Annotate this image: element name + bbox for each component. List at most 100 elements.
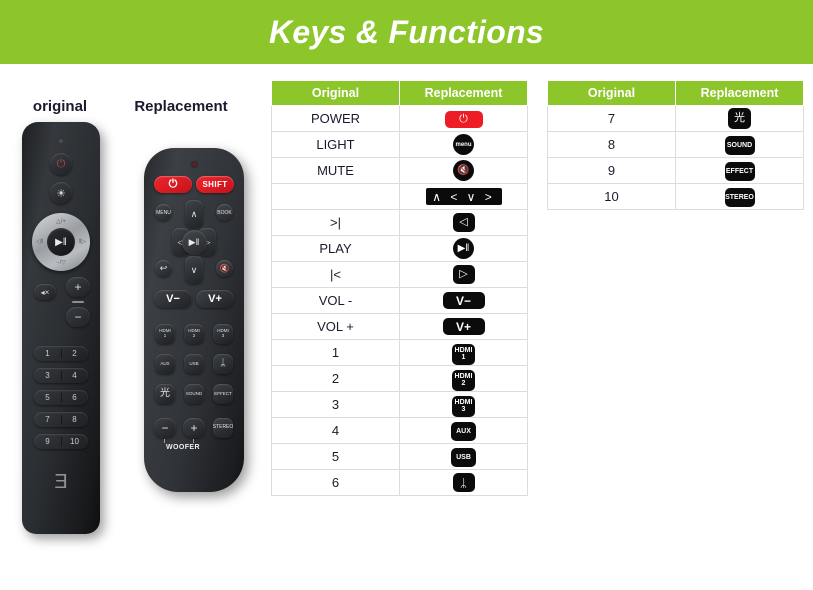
replacement-play-pause-button: ▶‖: [181, 229, 207, 255]
original-key-cell: PLAY: [271, 235, 400, 262]
navigation-arrows-icon: ∧ < ∨ >: [425, 188, 502, 205]
table-row: 2 HDMI 2: [271, 365, 528, 392]
replacement-hdmi-1-button: HDMI 1: [155, 324, 175, 344]
original-key-cell: 8: [547, 131, 676, 158]
replacement-key-cell: SOUND: [675, 131, 804, 158]
hdmi-number: 1: [163, 333, 167, 338]
original-key-3: 3: [45, 371, 50, 380]
hdmi-number: 2: [192, 333, 196, 338]
menu-icon: menu: [453, 134, 474, 156]
column-header-original: Original: [547, 80, 676, 106]
hdmi-number: 1: [461, 354, 466, 362]
replacement-key-cell: V+: [399, 313, 528, 340]
table-row: 3 HDMI 3: [271, 391, 528, 418]
table-row: |< ▷: [271, 261, 528, 288]
ir-led-icon: [59, 139, 63, 143]
replacement-key-cell: STEREO: [675, 183, 804, 210]
table-row: ∧ < ∨ >: [271, 183, 528, 210]
replacement-key-cell: menu: [399, 131, 528, 158]
rewind-icon: ◁: [452, 213, 475, 232]
replacement-key-cell: ◁: [399, 209, 528, 236]
original-key-9: 9: [45, 437, 50, 446]
original-remote-label: original: [32, 98, 88, 115]
bluetooth-icon: ᛦ: [452, 473, 475, 492]
hdmi-label: HDMI: [454, 347, 473, 355]
original-key-cell: 1: [271, 339, 400, 366]
original-key-cell: VOL -: [271, 287, 400, 314]
original-key-cell: 4: [271, 417, 400, 444]
woofer-tick: [164, 439, 165, 443]
volume-up-icon: V+: [442, 318, 485, 335]
original-key-cell: 2: [271, 365, 400, 392]
fast-forward-icon: ▷: [452, 265, 475, 284]
original-key-cell: |<: [271, 261, 400, 288]
original-key-5: 5: [45, 393, 50, 402]
original-number-row: 5 6: [34, 390, 88, 405]
original-key-cell: [271, 183, 400, 210]
original-key-6: 6: [72, 393, 77, 402]
original-key-cell: 3: [271, 391, 400, 418]
original-remote-image: ⏻ ☀ △/+ −/▽ ◁‖ ‖▷ ▶‖ ◂× + − 1 2 3 4 5 6 …: [22, 122, 100, 534]
replacement-key-cell: 🔇: [399, 157, 528, 184]
replacement-key-cell: V−: [399, 287, 528, 314]
table-row: LIGHT menu: [271, 131, 528, 158]
woofer-label: WOOFER: [166, 444, 200, 451]
replacement-bluetooth-button: ᛦ: [213, 354, 233, 374]
effect-icon: EFFECT: [724, 161, 755, 181]
replacement-mute-button: 🔇: [216, 260, 233, 277]
replacement-stereo-button: STEREO: [213, 418, 233, 438]
replacement-shift-button: SHIFT: [196, 176, 234, 193]
original-mute-button: ◂×: [34, 284, 56, 300]
table-header-row: Original Replacement: [547, 80, 804, 106]
original-key-10: 10: [70, 437, 79, 446]
hdmi-label: HDMI: [454, 373, 473, 381]
table-row: MUTE 🔇: [271, 157, 528, 184]
replacement-power-button: ⏻: [154, 176, 192, 193]
table-row: >| ◁: [271, 209, 528, 236]
replacement-key-cell: 光: [675, 105, 804, 132]
replacement-remote-image: ⏻ SHIFT MENU BOOK ∧ ∨ ◁ ▷ ▶‖ ↩ 🔇 V− V+ H…: [144, 148, 244, 492]
replacement-menu-button: MENU: [155, 204, 172, 221]
page-root: Keys & Functions original Replacement ⏻ …: [0, 0, 813, 590]
replacement-aux-button: AUX: [155, 354, 175, 374]
volume-down-icon: V−: [442, 292, 485, 309]
hdmi-number: 3: [461, 406, 466, 414]
original-number-row: 1 2: [34, 346, 88, 361]
original-key-cell: MUTE: [271, 157, 400, 184]
replacement-dpad-up: ∧: [185, 200, 203, 228]
original-volume-up-button: +: [66, 277, 90, 297]
replacement-key-cell: EFFECT: [675, 157, 804, 184]
replacement-key-cell: ⏻: [399, 105, 528, 132]
replacement-back-button: ↩: [155, 260, 172, 277]
original-light-button: ☀: [50, 182, 72, 204]
original-dpad-ring: △/+ −/▽ ◁‖ ‖▷ ▶‖: [32, 213, 90, 271]
replacement-dpad: ∧ ∨ ◁ ▷ ▶‖: [172, 200, 216, 284]
light-icon: 光: [728, 108, 751, 129]
replacement-key-cell: ▷: [399, 261, 528, 288]
replacement-usb-button: USB: [184, 354, 204, 374]
header-banner: Keys & Functions: [0, 0, 813, 64]
original-number-row: 9 10: [34, 434, 88, 449]
original-key-cell: 10: [547, 183, 676, 210]
hdmi-3-icon: HDMI 3: [452, 395, 475, 417]
column-header-replacement: Replacement: [675, 80, 804, 106]
replacement-book-button: BOOK: [216, 204, 233, 221]
original-key-7: 7: [45, 415, 50, 424]
replacement-effect-button: EFFECT: [213, 384, 233, 404]
original-key-cell: VOL +: [271, 313, 400, 340]
original-dpad-down: −/▽: [56, 260, 66, 266]
power-icon: ⏻: [444, 110, 483, 128]
original-number-row: 7 8: [34, 412, 88, 427]
keys-functions-main-table: Original Replacement POWER ⏻ LIGHT menu MUTE…: [271, 80, 528, 496]
hdmi-2-icon: HDMI 2: [452, 369, 475, 391]
original-key-cell: POWER: [271, 105, 400, 132]
replacement-hdmi-2-button: HDMI 2: [184, 324, 204, 344]
column-header-replacement: Replacement: [399, 80, 528, 106]
sound-icon: SOUND: [724, 135, 755, 155]
original-key-cell: LIGHT: [271, 131, 400, 158]
replacement-light-button: 光: [155, 384, 175, 404]
table-row: POWER ⏻: [271, 105, 528, 132]
replacement-remote-label: Replacement: [134, 98, 228, 115]
table-row: VOL + V+: [271, 313, 528, 340]
original-key-2: 2: [72, 349, 77, 358]
